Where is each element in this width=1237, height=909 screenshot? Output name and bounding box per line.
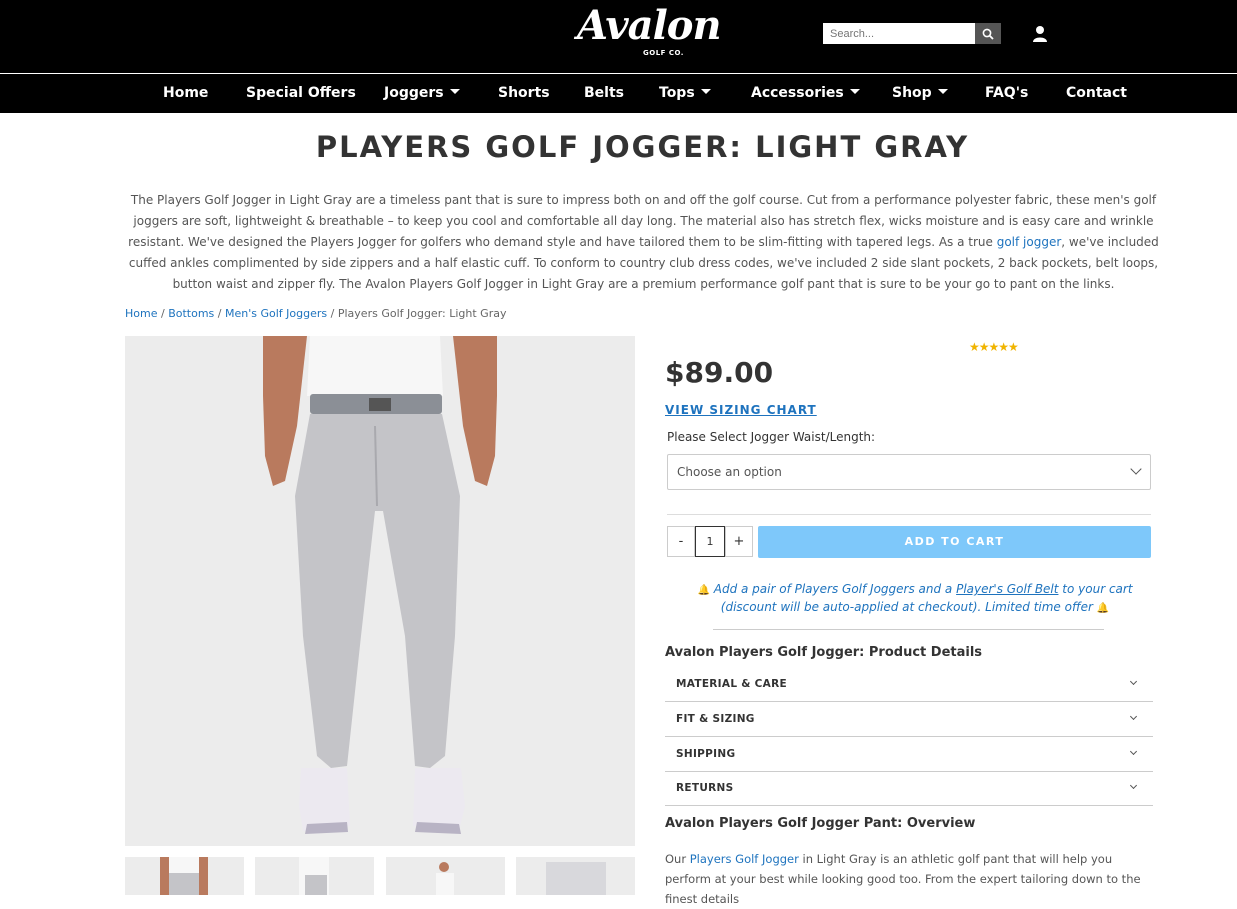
product-price: $89.00 [665,356,774,389]
user-account-icon[interactable] [1032,25,1048,43]
main-nav: Home Special Offers Joggers Shorts Belts… [0,73,1237,113]
overview-text: Our Players Golf Jogger in Light Gray is… [665,852,1141,906]
product-description: The Players Golf Jogger in Light Gray ar… [128,193,1159,291]
product-main-image[interactable] [125,336,635,846]
top-header: Avalon GOLF CO. [0,0,1237,73]
accordion-material-care[interactable]: MATERIAL & CARE [665,667,1153,702]
quantity-input[interactable]: 1 [695,526,725,557]
overview-heading: Avalon Players Golf Jogger Pant: Overvie… [665,816,976,831]
search-button[interactable] [975,23,1001,44]
jogger-model-illustration [263,336,497,834]
waist-length-label: Please Select Jogger Waist/Length: [667,430,876,444]
breadcrumb-bottoms[interactable]: Bottoms [168,307,214,320]
chevron-down-icon [1130,463,1142,475]
chevron-down-icon [1129,747,1138,756]
logo-wordmark: Avalon [577,2,722,49]
accordion-returns[interactable]: RETURNS [665,771,1153,806]
search-input[interactable] [823,23,975,44]
caret-down-icon [849,88,860,94]
thumbnail-4[interactable] [516,857,635,895]
caret-down-icon [937,88,948,94]
breadcrumb-mens-golf-joggers[interactable]: Men's Golf Joggers [225,307,327,320]
rating-stars[interactable]: ★★★★★ [969,340,1019,354]
quantity-stepper: - 1 + [667,526,753,557]
players-golf-belt-link[interactable]: Player's Golf Belt [956,582,1058,596]
accordion-fit-sizing[interactable]: FIT & SIZING [665,702,1153,737]
quantity-increase-button[interactable]: + [725,526,753,557]
thumbnail-1[interactable] [125,857,244,895]
nav-item-accessories[interactable]: Accessories [751,74,860,114]
nav-item-belts[interactable]: Belts [584,74,624,114]
nav-item-joggers[interactable]: Joggers [384,74,460,114]
thumbnail-2[interactable] [255,857,374,895]
thumbnail-3[interactable] [386,857,505,895]
accordion-shipping[interactable]: SHIPPING [665,737,1153,772]
waist-length-select[interactable]: Choose an option [667,454,1151,490]
caret-down-icon [700,88,711,94]
search-icon [982,28,994,40]
players-golf-jogger-link[interactable]: Players Golf Jogger [690,852,799,866]
quantity-decrease-button[interactable]: - [667,526,695,557]
breadcrumb: Home / Bottoms / Men's Golf Joggers / Pl… [125,307,507,320]
site-logo[interactable]: Avalon GOLF CO. [577,2,722,62]
product-thumbnails [125,857,635,895]
nav-item-faqs[interactable]: FAQ's [985,74,1028,114]
add-to-cart-button[interactable]: ADD TO CART [758,526,1151,558]
bell-icon: 🔔 [697,585,710,596]
breadcrumb-home[interactable]: Home [125,307,157,320]
chevron-down-icon [1129,781,1138,790]
caret-down-icon [449,88,460,94]
nav-item-contact[interactable]: Contact [1066,74,1127,114]
divider [667,514,1151,515]
nav-item-shorts[interactable]: Shorts [498,74,550,114]
chevron-down-icon [1129,677,1138,686]
bell-icon: 🔔 [1096,603,1110,614]
product-details-heading: Avalon Players Golf Jogger: Product Deta… [665,645,983,660]
nav-item-tops[interactable]: Tops [659,74,711,114]
nav-item-home[interactable]: Home [163,74,208,114]
nav-item-special-offers[interactable]: Special Offers [246,74,356,114]
search-form [823,23,1001,44]
logo-subtitle: GOLF CO. [643,49,684,57]
nav-item-shop[interactable]: Shop [892,74,948,114]
golf-jogger-link[interactable]: golf jogger [997,235,1062,249]
divider [713,629,1104,630]
product-title: PLAYERS GOLF JOGGER: LIGHT GRAY [315,130,970,164]
view-sizing-chart-link[interactable]: VIEW SIZING CHART [665,403,817,417]
promo-message: 🔔 Add a pair of Players Golf Joggers and… [697,582,1133,614]
chevron-down-icon [1129,712,1138,721]
breadcrumb-current: Players Golf Jogger: Light Gray [337,307,507,320]
